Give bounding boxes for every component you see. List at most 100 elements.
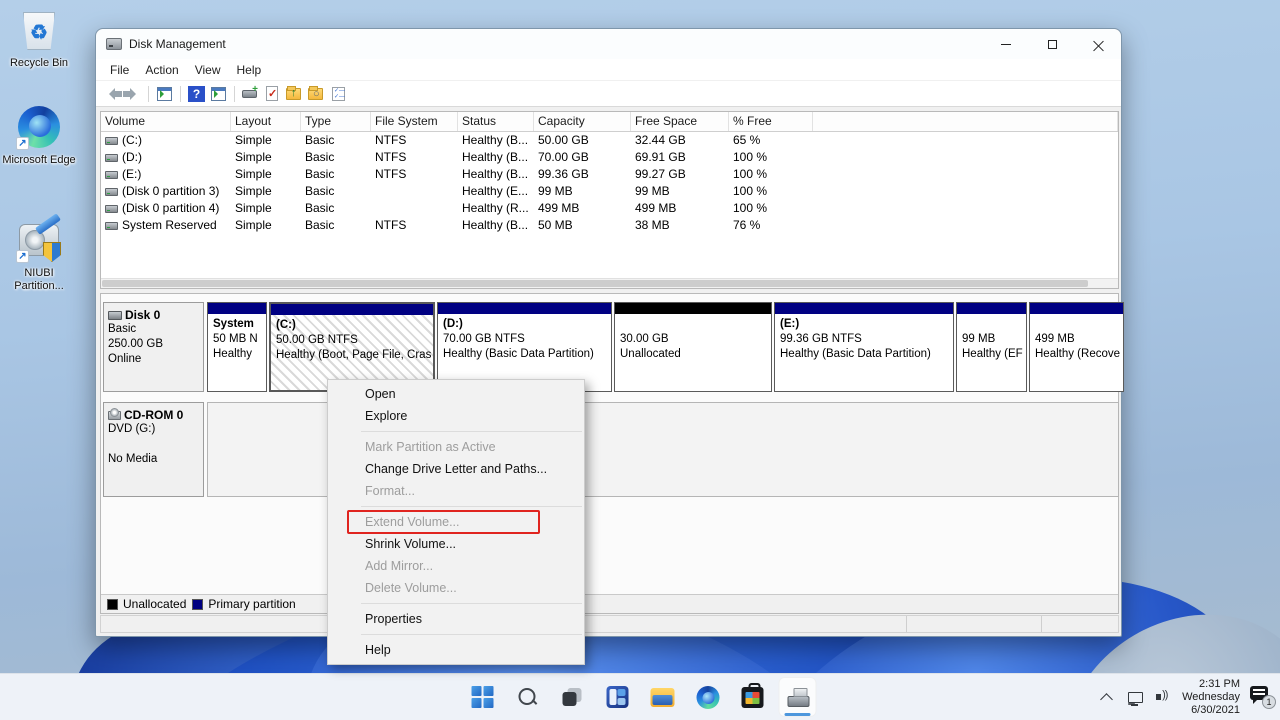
store-button[interactable]: [734, 677, 772, 717]
context-menu-separator: [361, 634, 582, 635]
console-tree-icon[interactable]: [156, 86, 173, 102]
close-button[interactable]: [1075, 29, 1121, 59]
rescan-disks-icon[interactable]: [242, 86, 259, 102]
volume-cell: Healthy (B...: [458, 149, 534, 166]
context-menu-item-mark-partition-as-active: Mark Partition as Active: [328, 436, 584, 458]
partition-type-bar: [438, 303, 611, 314]
volume-name-cell: (C:): [101, 132, 231, 149]
maximize-button[interactable]: [1029, 29, 1075, 59]
partition-type-bar: [271, 304, 433, 315]
column-header-layout[interactable]: Layout: [231, 112, 301, 131]
back-icon[interactable]: [102, 86, 119, 102]
partition-block[interactable]: (E:)99.36 GB NTFSHealthy (Basic Data Par…: [774, 302, 954, 392]
partition-text-line: 99 MB: [962, 332, 1021, 347]
volume-cell: Healthy (B...: [458, 132, 534, 149]
menu-help[interactable]: Help: [229, 61, 270, 79]
menu-view[interactable]: View: [187, 61, 229, 79]
volume-cell: [371, 200, 458, 217]
partition-text-line: (D:): [443, 317, 606, 332]
volume-cell: 100 %: [729, 166, 813, 183]
disk0-label-panel[interactable]: Disk 0 Basic 250.00 GB Online: [103, 302, 204, 392]
partition-text-line: [1035, 317, 1118, 332]
menu-action[interactable]: Action: [137, 61, 186, 79]
partition-block[interactable]: System50 MB NHealthy: [207, 302, 267, 392]
partition-block[interactable]: 499 MBHealthy (Recove: [1029, 302, 1124, 392]
volume-cell: 100 %: [729, 200, 813, 217]
notification-center-button[interactable]: 1: [1250, 686, 1274, 708]
partition-text-line: Healthy (Basic Data Partition): [780, 347, 948, 362]
column-header-volume[interactable]: Volume: [101, 112, 231, 131]
volume-cell: 99.36 GB: [534, 166, 631, 183]
cdrom-icon: [108, 411, 121, 420]
legend-swatch-primary: [192, 599, 203, 610]
toolbar: ?: [96, 81, 1121, 107]
volume-cell: [813, 166, 1118, 183]
column-header-capacity[interactable]: Capacity: [534, 112, 631, 131]
check-disk-icon[interactable]: [264, 86, 281, 102]
volume-icon[interactable]: [1154, 688, 1172, 706]
titlebar[interactable]: Disk Management: [96, 29, 1121, 59]
volume-name-cell: (Disk 0 partition 4): [101, 200, 231, 217]
volume-cell: Simple: [231, 183, 301, 200]
toolbar-separator: [148, 86, 149, 102]
volume-table-row[interactable]: (Disk 0 partition 4)SimpleBasicHealthy (…: [101, 200, 1118, 217]
help-icon[interactable]: ?: [188, 86, 205, 102]
desktop-icon-recycle-bin[interactable]: ♻ Recycle Bin: [0, 6, 78, 70]
forward-icon[interactable]: [124, 86, 141, 102]
volume-table-row[interactable]: (C:)SimpleBasicNTFSHealthy (B...50.00 GB…: [101, 132, 1118, 149]
context-menu-item-properties[interactable]: Properties: [328, 608, 584, 630]
column-header-status[interactable]: Status: [458, 112, 534, 131]
tray-overflow-chevron-icon[interactable]: [1098, 688, 1116, 706]
cdrom-label-panel[interactable]: CD-ROM 0 DVD (G:) No Media: [103, 402, 204, 497]
column-header-type[interactable]: Type: [301, 112, 371, 131]
disk0-row: Disk 0 Basic 250.00 GB Online System50 M…: [101, 302, 1118, 392]
file-explorer-button[interactable]: [644, 677, 682, 717]
properties-list-icon[interactable]: [330, 86, 347, 102]
partition-block[interactable]: 99 MBHealthy (EF: [956, 302, 1027, 392]
desktop-icon-microsoft-edge[interactable]: ↗ Microsoft Edge: [0, 103, 78, 167]
partition-text-line: 50.00 GB NTFS: [276, 333, 428, 348]
volume-table-row[interactable]: (D:)SimpleBasicNTFSHealthy (B...70.00 GB…: [101, 149, 1118, 166]
minimize-button[interactable]: [983, 29, 1029, 59]
partition-text-line: System: [213, 317, 261, 332]
toolbar-separator: [180, 86, 181, 102]
legend-bar: Unallocated Primary partition: [101, 594, 1118, 613]
volume-cell: Simple: [231, 166, 301, 183]
network-icon[interactable]: [1126, 688, 1144, 706]
context-menu-item-help[interactable]: Help: [328, 639, 584, 661]
edge-button[interactable]: [689, 677, 727, 717]
widgets-icon: [607, 686, 629, 708]
task-view-button[interactable]: [554, 677, 592, 717]
menu-file[interactable]: File: [102, 61, 137, 79]
context-menu-item-change-drive-letter-and-paths[interactable]: Change Drive Letter and Paths...: [328, 458, 584, 480]
volume-cell: 99 MB: [631, 183, 729, 200]
horizontal-scrollbar[interactable]: [101, 278, 1118, 288]
column-header-free-space[interactable]: Free Space: [631, 112, 729, 131]
partition-unallocated[interactable]: 30.00 GBUnallocated: [614, 302, 772, 392]
red-highlight-annotation: [347, 510, 540, 534]
widgets-button[interactable]: [599, 677, 637, 717]
volume-cell: 69.91 GB: [631, 149, 729, 166]
taskbar-clock[interactable]: 2:31 PM Wednesday 6/30/2021: [1182, 678, 1240, 717]
desktop-icon-niubi-partition[interactable]: ↗ NIUBI Partition...: [0, 216, 78, 293]
scrollbar-thumb[interactable]: [102, 280, 1088, 287]
start-button[interactable]: [464, 677, 502, 717]
volume-cell: 50 MB: [534, 217, 631, 234]
volume-table-row[interactable]: (Disk 0 partition 3)SimpleBasicHealthy (…: [101, 183, 1118, 200]
volume-cell: [813, 149, 1118, 166]
disk-management-window: Disk Management File Action View Help ? …: [95, 28, 1122, 637]
show-hide-tree-icon[interactable]: [210, 86, 227, 102]
context-menu-item-shrink-volume[interactable]: Shrink Volume...: [328, 533, 584, 555]
column-header-file-system[interactable]: File System: [371, 112, 458, 131]
volume-table-row[interactable]: System ReservedSimpleBasicNTFSHealthy (B…: [101, 217, 1118, 234]
context-menu-item-open[interactable]: Open: [328, 383, 584, 405]
volume-cell: Healthy (R...: [458, 200, 534, 217]
search-button[interactable]: [509, 677, 547, 717]
disk-management-taskbar-button[interactable]: [779, 677, 817, 717]
volume-table-row[interactable]: (E:)SimpleBasicNTFSHealthy (B...99.36 GB…: [101, 166, 1118, 183]
column-header-pct-free[interactable]: % Free: [729, 112, 813, 131]
disk-management-app-icon: [106, 38, 122, 50]
folder-search-icon[interactable]: [308, 86, 325, 102]
context-menu-item-explore[interactable]: Explore: [328, 405, 584, 427]
folder-up-icon[interactable]: [286, 86, 303, 102]
